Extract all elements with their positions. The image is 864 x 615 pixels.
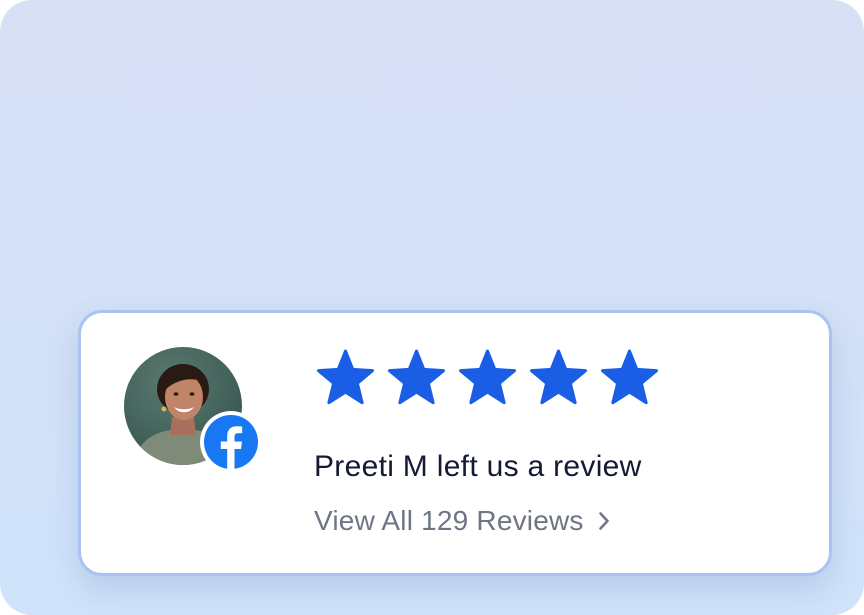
facebook-badge xyxy=(200,411,262,473)
star-icon xyxy=(386,349,447,411)
star-icon xyxy=(457,349,518,411)
chevron-right-icon xyxy=(598,511,610,531)
review-headline: Preeti M left us a review xyxy=(314,450,642,483)
facebook-icon xyxy=(204,415,258,469)
star-rating xyxy=(315,349,660,411)
background-canvas: Preeti M left us a review View All 129 R… xyxy=(0,0,864,615)
reviewer-avatar-group xyxy=(124,347,264,473)
view-all-reviews-label: View All 129 Reviews xyxy=(314,505,584,536)
view-all-reviews-link[interactable]: View All 129 Reviews xyxy=(314,505,610,537)
star-icon xyxy=(599,349,660,411)
star-icon xyxy=(315,349,376,411)
star-icon xyxy=(528,349,589,411)
review-card[interactable]: Preeti M left us a review View All 129 R… xyxy=(78,310,832,576)
